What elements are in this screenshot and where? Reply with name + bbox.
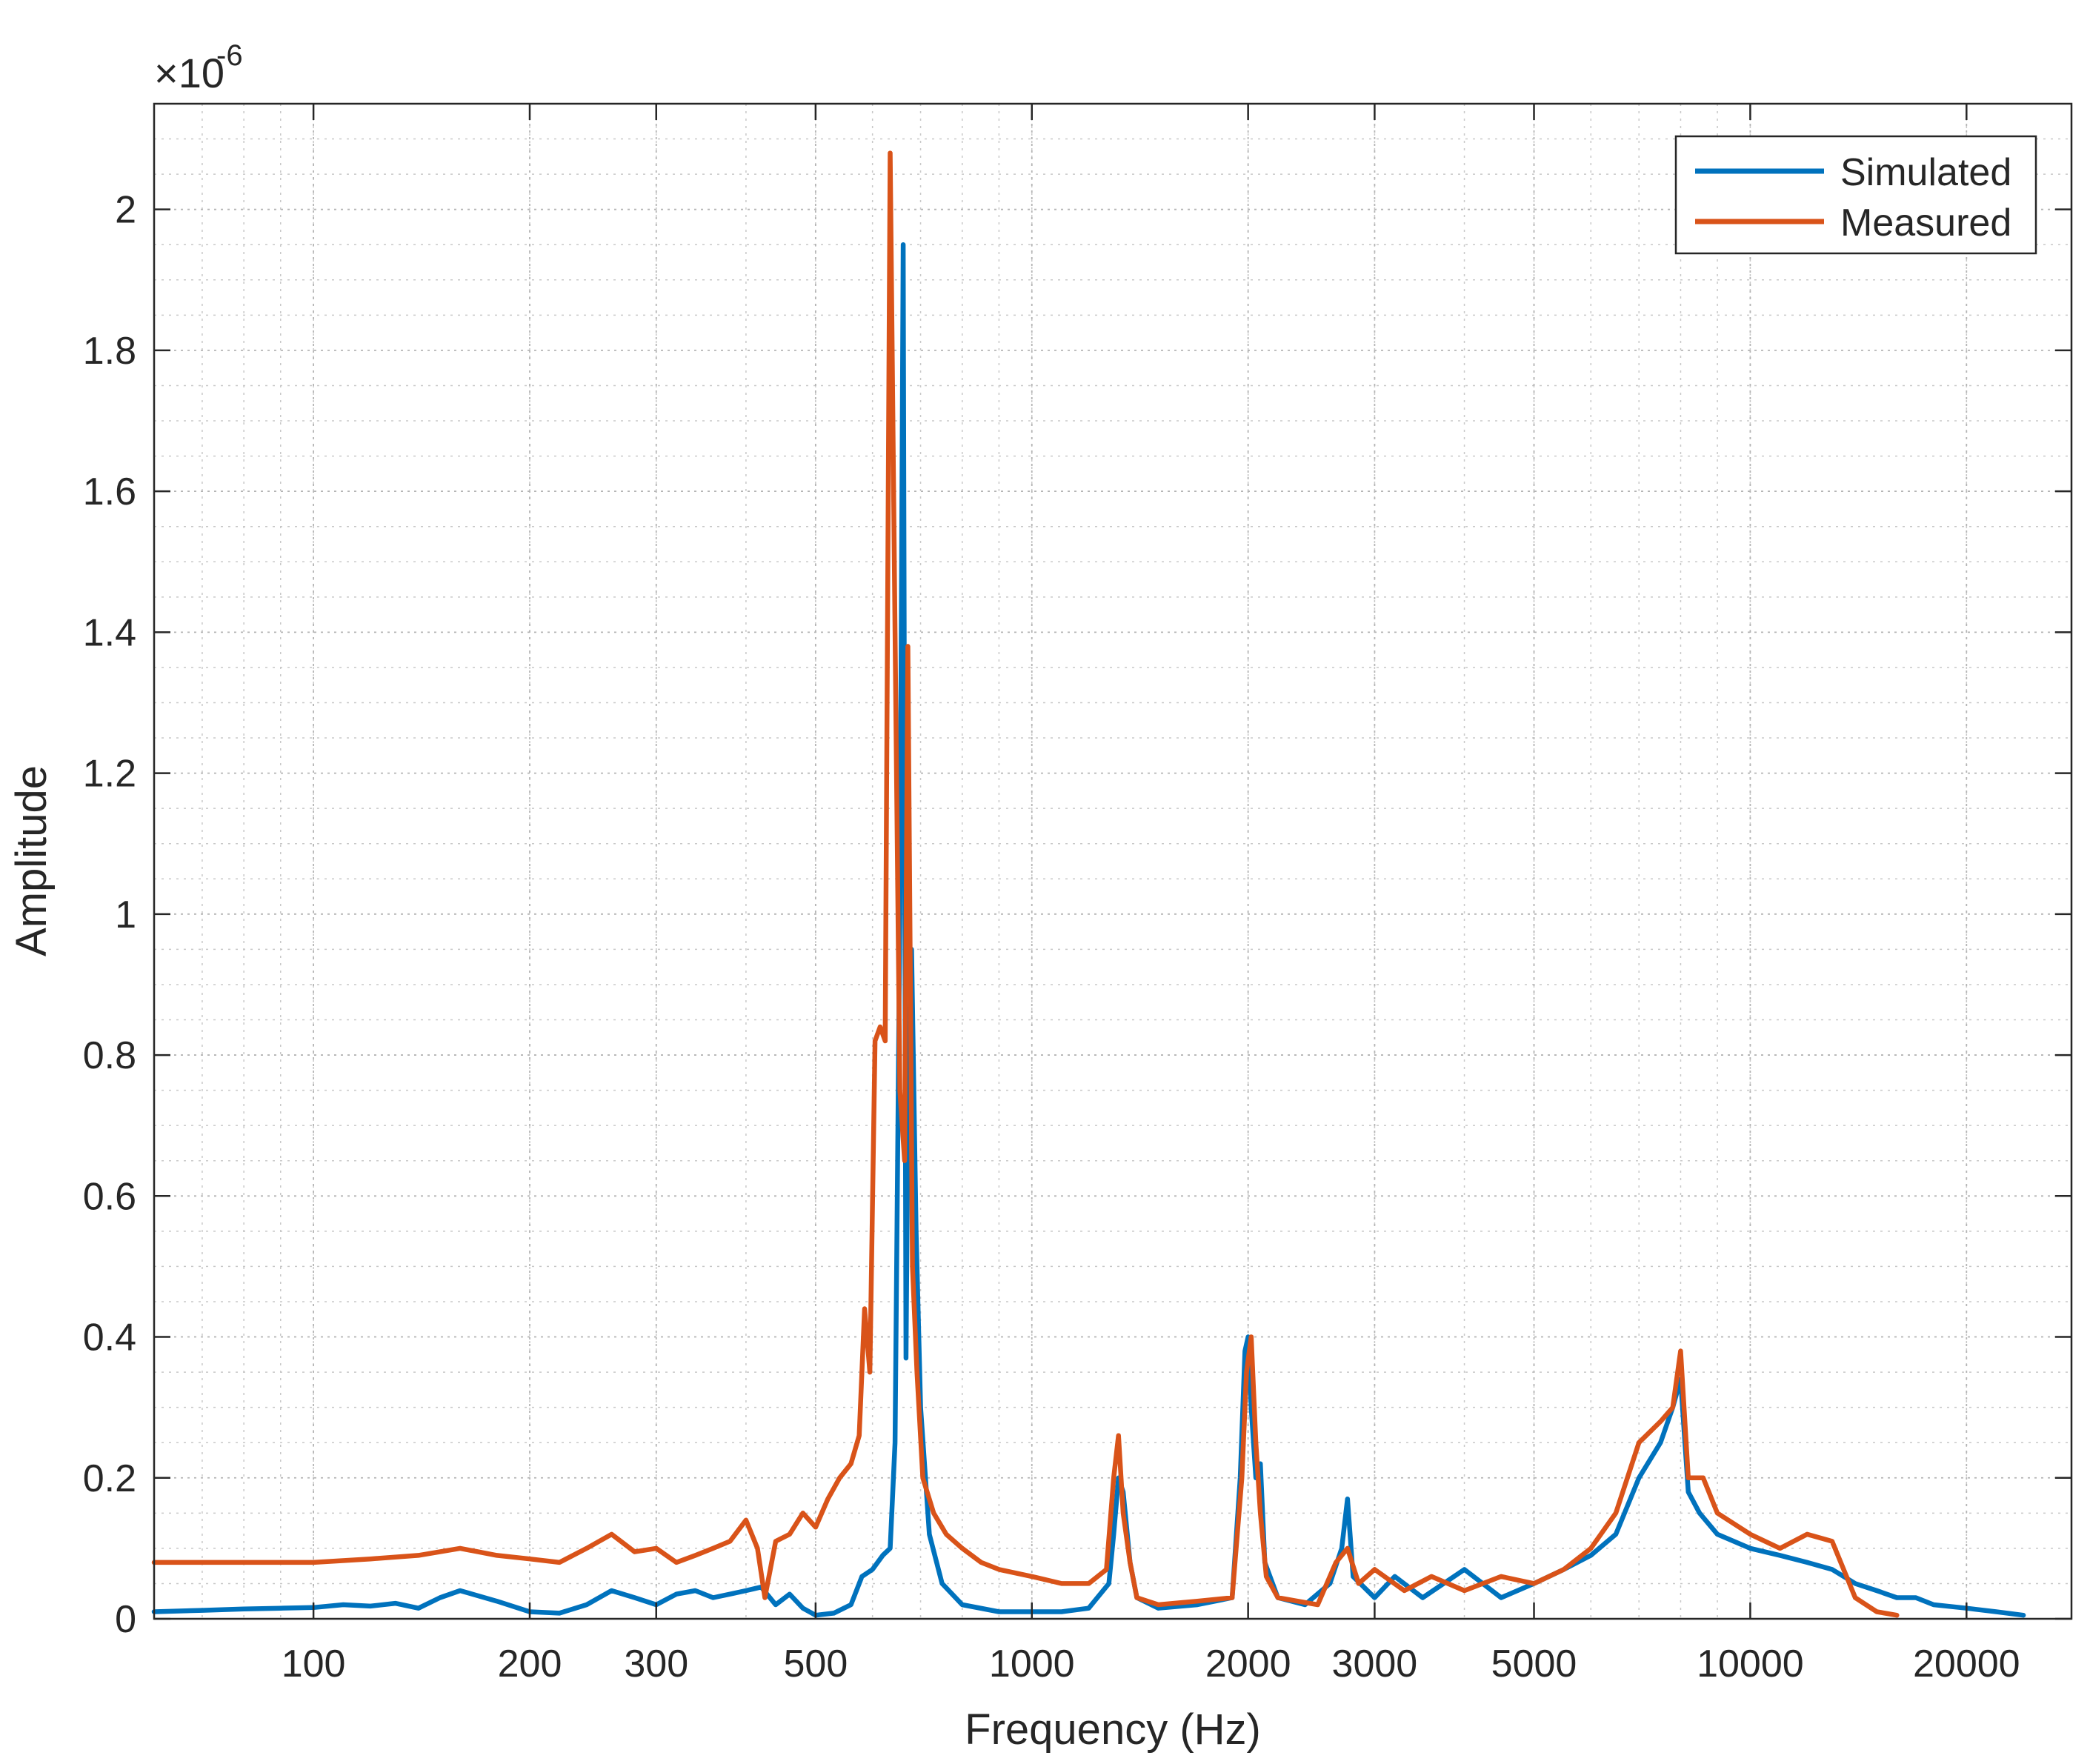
- x-tick-label: 3000: [1332, 1642, 1418, 1685]
- x-tick-label: 5000: [1491, 1642, 1577, 1685]
- y-tick-label: 0: [115, 1598, 136, 1641]
- y-tick-label: 2: [115, 189, 136, 232]
- legend-label-measured: Measured: [1840, 202, 2011, 244]
- x-tick-label: 500: [783, 1642, 848, 1685]
- y-tick-label: 1.6: [83, 470, 136, 513]
- y-tick-label: 0.2: [83, 1457, 136, 1500]
- legend: Simulated Measured: [1674, 135, 2037, 255]
- y-tick-label: 1.8: [83, 330, 136, 373]
- y-tick-label: 0.4: [83, 1317, 136, 1359]
- y-tick-label: 0.6: [83, 1175, 136, 1218]
- y-tick-label: 1.4: [83, 611, 136, 654]
- y-exponent-power: -6: [216, 39, 243, 72]
- x-tick-label: 2000: [1205, 1642, 1291, 1685]
- x-tick-label: 20000: [1913, 1642, 2020, 1685]
- x-tick-label: 200: [498, 1642, 562, 1685]
- legend-label-simulated: Simulated: [1840, 151, 2011, 194]
- chart-svg: 100 200 300 500 1000 2000 3000 5000 10000 20000 0 0…: [0, 0, 2090, 1760]
- x-tick-label: 300: [624, 1642, 688, 1685]
- y-tick-label: 1.2: [83, 753, 136, 796]
- chart: 100 200 300 500 1000 2000 3000 5000 10000 20000 0 0…: [0, 0, 2090, 1760]
- x-tick-label: 10000: [1697, 1642, 1804, 1685]
- y-exponent-base: ×10: [154, 50, 224, 96]
- x-tick-label: 1000: [989, 1642, 1075, 1685]
- y-tick-label: 0.8: [83, 1034, 136, 1077]
- y-axis-label: Amplitude: [7, 765, 56, 956]
- x-axis-label: Frequency (Hz): [965, 1705, 1261, 1754]
- x-tick-label: 100: [282, 1642, 346, 1685]
- y-tick-label: 1: [115, 893, 136, 936]
